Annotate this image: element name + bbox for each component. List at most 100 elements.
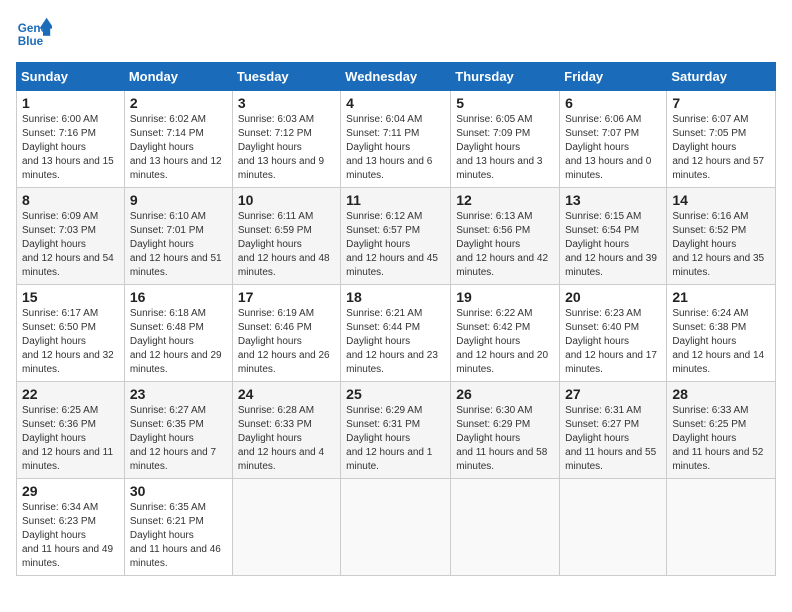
calendar-cell: 26 Sunrise: 6:30 AMSunset: 6:29 PMDayligh… [451, 382, 560, 479]
calendar-cell: 13 Sunrise: 6:15 AMSunset: 6:54 PMDayligh… [560, 188, 667, 285]
day-number: 15 [22, 289, 119, 305]
day-info: Sunrise: 6:04 AMSunset: 7:11 PMDaylight … [346, 114, 432, 181]
calendar-cell: 16 Sunrise: 6:18 AMSunset: 6:48 PMDayligh… [124, 285, 232, 382]
svg-text:Blue: Blue [18, 35, 44, 48]
day-number: 16 [130, 289, 227, 305]
day-info: Sunrise: 6:34 AMSunset: 6:23 PMDaylight … [22, 502, 113, 569]
calendar-cell: 18 Sunrise: 6:21 AMSunset: 6:44 PMDayligh… [341, 285, 451, 382]
calendar-cell: 3 Sunrise: 6:03 AMSunset: 7:12 PMDaylight… [232, 91, 340, 188]
day-header-wednesday: Wednesday [341, 63, 451, 91]
day-info: Sunrise: 6:29 AMSunset: 6:31 PMDaylight … [346, 405, 432, 472]
day-header-monday: Monday [124, 63, 232, 91]
day-number: 28 [672, 386, 770, 402]
day-number: 18 [346, 289, 445, 305]
calendar-cell: 21 Sunrise: 6:24 AMSunset: 6:38 PMDayligh… [667, 285, 776, 382]
day-number: 25 [346, 386, 445, 402]
calendar-cell: 2Sunrise: 6:02 AMSunset: 7:14 PMDaylight… [124, 91, 232, 188]
day-header-saturday: Saturday [667, 63, 776, 91]
day-info: Sunrise: 6:06 AMSunset: 7:07 PMDaylight … [565, 114, 651, 181]
day-info: Sunrise: 6:33 AMSunset: 6:25 PMDaylight … [672, 405, 763, 472]
day-info: Sunrise: 6:05 AMSunset: 7:09 PMDaylight … [456, 114, 542, 181]
day-info: Sunrise: 6:24 AMSunset: 6:38 PMDaylight … [672, 308, 764, 375]
calendar-cell: 4 Sunrise: 6:04 AMSunset: 7:11 PMDaylight… [341, 91, 451, 188]
calendar-cell: 10Sunrise: 6:11 AMSunset: 6:59 PMDayligh… [232, 188, 340, 285]
day-header-thursday: Thursday [451, 63, 560, 91]
day-info: Sunrise: 6:15 AMSunset: 6:54 PMDaylight … [565, 211, 657, 278]
day-header-tuesday: Tuesday [232, 63, 340, 91]
calendar-cell: 27 Sunrise: 6:31 AMSunset: 6:27 PMDayligh… [560, 382, 667, 479]
calendar-cell [232, 479, 340, 576]
calendar-cell: 17Sunrise: 6:19 AMSunset: 6:46 PMDayligh… [232, 285, 340, 382]
day-number: 9 [130, 192, 227, 208]
day-number: 13 [565, 192, 661, 208]
day-number: 29 [22, 483, 119, 499]
day-info: Sunrise: 6:00 AMSunset: 7:16 PMDaylight … [22, 114, 114, 181]
calendar-cell: 22 Sunrise: 6:25 AMSunset: 6:36 PMDayligh… [17, 382, 125, 479]
calendar-cell: 14 Sunrise: 6:16 AMSunset: 6:52 PMDayligh… [667, 188, 776, 285]
day-number: 19 [456, 289, 554, 305]
logo: General Blue [16, 16, 56, 52]
day-info: Sunrise: 6:09 AMSunset: 7:03 PMDaylight … [22, 211, 114, 278]
calendar-week-row: 15 Sunrise: 6:17 AMSunset: 6:50 PMDayligh… [17, 285, 776, 382]
calendar-cell: 25 Sunrise: 6:29 AMSunset: 6:31 PMDayligh… [341, 382, 451, 479]
day-number: 5 [456, 95, 554, 111]
day-number: 22 [22, 386, 119, 402]
day-info: Sunrise: 6:25 AMSunset: 6:36 PMDaylight … [22, 405, 113, 472]
day-number: 21 [672, 289, 770, 305]
day-info: Sunrise: 6:19 AMSunset: 6:46 PMDaylight … [238, 308, 330, 375]
day-header-friday: Friday [560, 63, 667, 91]
page-header: General Blue [16, 16, 776, 52]
day-number: 6 [565, 95, 661, 111]
calendar-week-row: 22 Sunrise: 6:25 AMSunset: 6:36 PMDayligh… [17, 382, 776, 479]
day-number: 10 [238, 192, 335, 208]
day-info: Sunrise: 6:10 AMSunset: 7:01 PMDaylight … [130, 211, 222, 278]
day-header-sunday: Sunday [17, 63, 125, 91]
calendar-cell [451, 479, 560, 576]
calendar-cell: 29 Sunrise: 6:34 AMSunset: 6:23 PMDayligh… [17, 479, 125, 576]
day-number: 7 [672, 95, 770, 111]
day-info: Sunrise: 6:13 AMSunset: 6:56 PMDaylight … [456, 211, 548, 278]
day-number: 14 [672, 192, 770, 208]
day-number: 24 [238, 386, 335, 402]
day-info: Sunrise: 6:27 AMSunset: 6:35 PMDaylight … [130, 405, 216, 472]
calendar-cell: 28 Sunrise: 6:33 AMSunset: 6:25 PMDayligh… [667, 382, 776, 479]
calendar-cell: 23 Sunrise: 6:27 AMSunset: 6:35 PMDayligh… [124, 382, 232, 479]
day-info: Sunrise: 6:31 AMSunset: 6:27 PMDaylight … [565, 405, 656, 472]
calendar-cell: 19 Sunrise: 6:22 AMSunset: 6:42 PMDayligh… [451, 285, 560, 382]
calendar-cell: 24 Sunrise: 6:28 AMSunset: 6:33 PMDayligh… [232, 382, 340, 479]
day-info: Sunrise: 6:12 AMSunset: 6:57 PMDaylight … [346, 211, 438, 278]
day-number: 8 [22, 192, 119, 208]
calendar-cell: 15 Sunrise: 6:17 AMSunset: 6:50 PMDayligh… [17, 285, 125, 382]
calendar-cell: 12Sunrise: 6:13 AMSunset: 6:56 PMDayligh… [451, 188, 560, 285]
day-number: 4 [346, 95, 445, 111]
calendar-cell: 30 Sunrise: 6:35 AMSunset: 6:21 PMDayligh… [124, 479, 232, 576]
day-info: Sunrise: 6:21 AMSunset: 6:44 PMDaylight … [346, 308, 438, 375]
calendar-cell [341, 479, 451, 576]
calendar-cell: 20Sunrise: 6:23 AMSunset: 6:40 PMDayligh… [560, 285, 667, 382]
day-info: Sunrise: 6:22 AMSunset: 6:42 PMDaylight … [456, 308, 548, 375]
calendar-cell [667, 479, 776, 576]
day-info: Sunrise: 6:35 AMSunset: 6:21 PMDaylight … [130, 502, 221, 569]
day-info: Sunrise: 6:18 AMSunset: 6:48 PMDaylight … [130, 308, 222, 375]
day-info: Sunrise: 6:03 AMSunset: 7:12 PMDaylight … [238, 114, 324, 181]
day-number: 26 [456, 386, 554, 402]
calendar-cell: 6 Sunrise: 6:06 AMSunset: 7:07 PMDaylight… [560, 91, 667, 188]
calendar-cell: 5 Sunrise: 6:05 AMSunset: 7:09 PMDaylight… [451, 91, 560, 188]
calendar-week-row: 8 Sunrise: 6:09 AMSunset: 7:03 PMDaylight… [17, 188, 776, 285]
day-number: 23 [130, 386, 227, 402]
calendar-week-row: 29 Sunrise: 6:34 AMSunset: 6:23 PMDayligh… [17, 479, 776, 576]
day-info: Sunrise: 6:17 AMSunset: 6:50 PMDaylight … [22, 308, 114, 375]
calendar-cell: 1Sunrise: 6:00 AMSunset: 7:16 PMDaylight… [17, 91, 125, 188]
calendar-cell: 8 Sunrise: 6:09 AMSunset: 7:03 PMDaylight… [17, 188, 125, 285]
day-number: 27 [565, 386, 661, 402]
calendar-cell: 9 Sunrise: 6:10 AMSunset: 7:01 PMDaylight… [124, 188, 232, 285]
day-info: Sunrise: 6:30 AMSunset: 6:29 PMDaylight … [456, 405, 547, 472]
day-number: 11 [346, 192, 445, 208]
calendar-table: SundayMondayTuesdayWednesdayThursdayFrid… [16, 62, 776, 576]
calendar-cell [560, 479, 667, 576]
calendar-cell: 7Sunrise: 6:07 AMSunset: 7:05 PMDaylight… [667, 91, 776, 188]
day-info: Sunrise: 6:28 AMSunset: 6:33 PMDaylight … [238, 405, 324, 472]
day-info: Sunrise: 6:16 AMSunset: 6:52 PMDaylight … [672, 211, 764, 278]
day-number: 3 [238, 95, 335, 111]
day-number: 30 [130, 483, 227, 499]
